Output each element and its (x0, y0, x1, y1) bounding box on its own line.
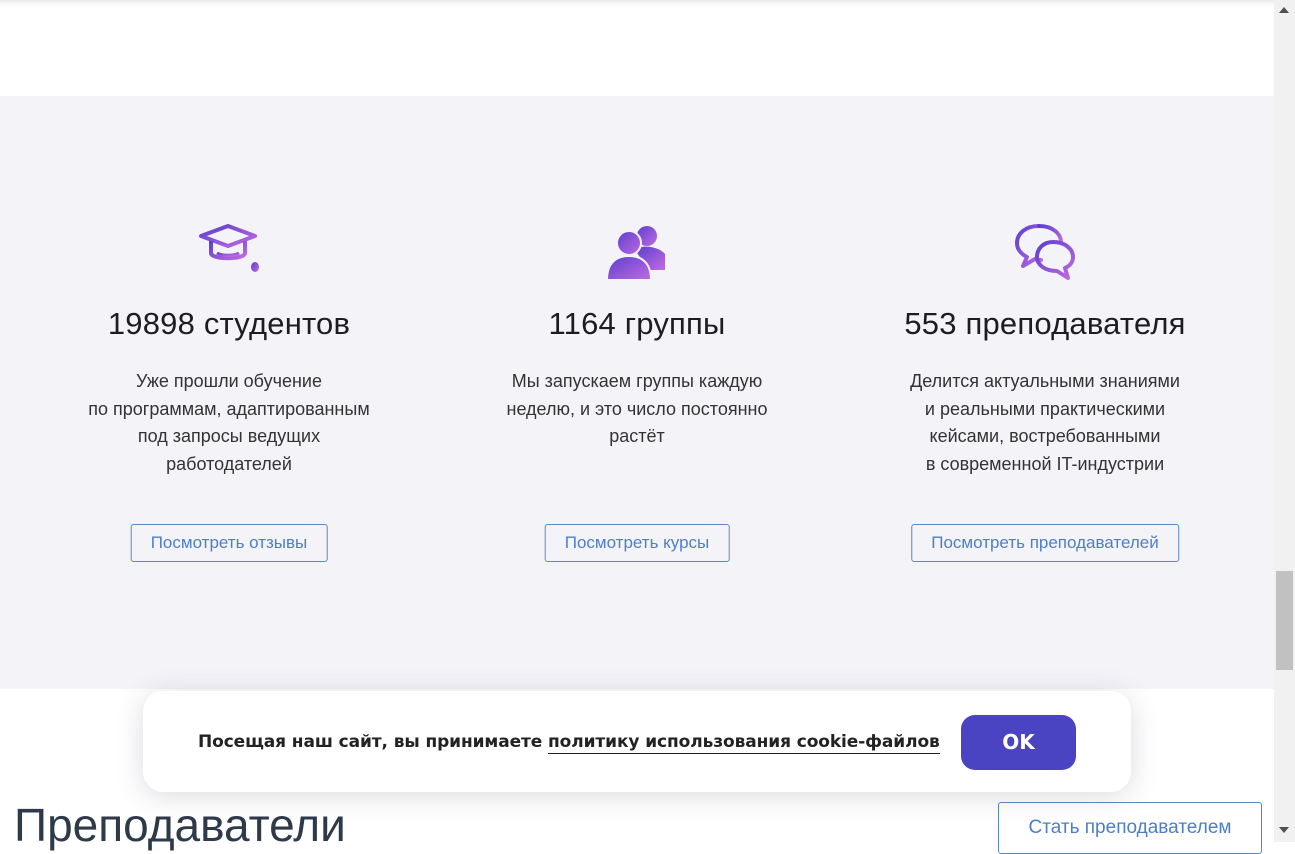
teachers-section-title: Преподаватели (14, 799, 346, 851)
stat-description: Делится актуальными знаниями и реальными… (910, 371, 1180, 474)
view-reviews-button[interactable]: Посмотреть отзывы (130, 524, 328, 562)
scroll-down-arrow-icon[interactable] (1279, 827, 1289, 833)
chat-bubbles-icon (1015, 224, 1075, 280)
users-group-icon (605, 226, 665, 281)
scrollbar[interactable] (1274, 0, 1295, 842)
stat-description: Уже прошли обучение по программам, адапт… (88, 371, 370, 474)
cookie-banner: Посещая наш сайт, вы принимаете политику… (143, 691, 1131, 792)
graduation-cap-icon (199, 224, 259, 272)
cookie-policy-link[interactable]: политику использования cookie-файлов (548, 732, 940, 754)
cookie-ok-button[interactable]: OK (961, 715, 1076, 770)
view-teachers-button[interactable]: Посмотреть преподавателей (911, 524, 1179, 562)
stat-title: 553 преподавателя (904, 306, 1186, 341)
stats-section: 19898 студентов Уже прошли обучение по п… (0, 96, 1274, 689)
stat-title: 19898 студентов (107, 306, 351, 341)
top-area (0, 0, 1274, 96)
stat-title: 1164 группы (548, 306, 726, 341)
become-teacher-button[interactable]: Стать преподавателем (998, 802, 1262, 854)
scrollbar-thumb[interactable] (1276, 571, 1293, 670)
cookie-text: Посещая наш сайт, вы принимаете политику… (198, 732, 940, 754)
view-courses-button[interactable]: Посмотреть курсы (544, 524, 730, 562)
stat-description: Мы запускаем группы каждую неделю, и это… (506, 371, 768, 446)
scroll-up-arrow-icon[interactable] (1279, 7, 1289, 13)
